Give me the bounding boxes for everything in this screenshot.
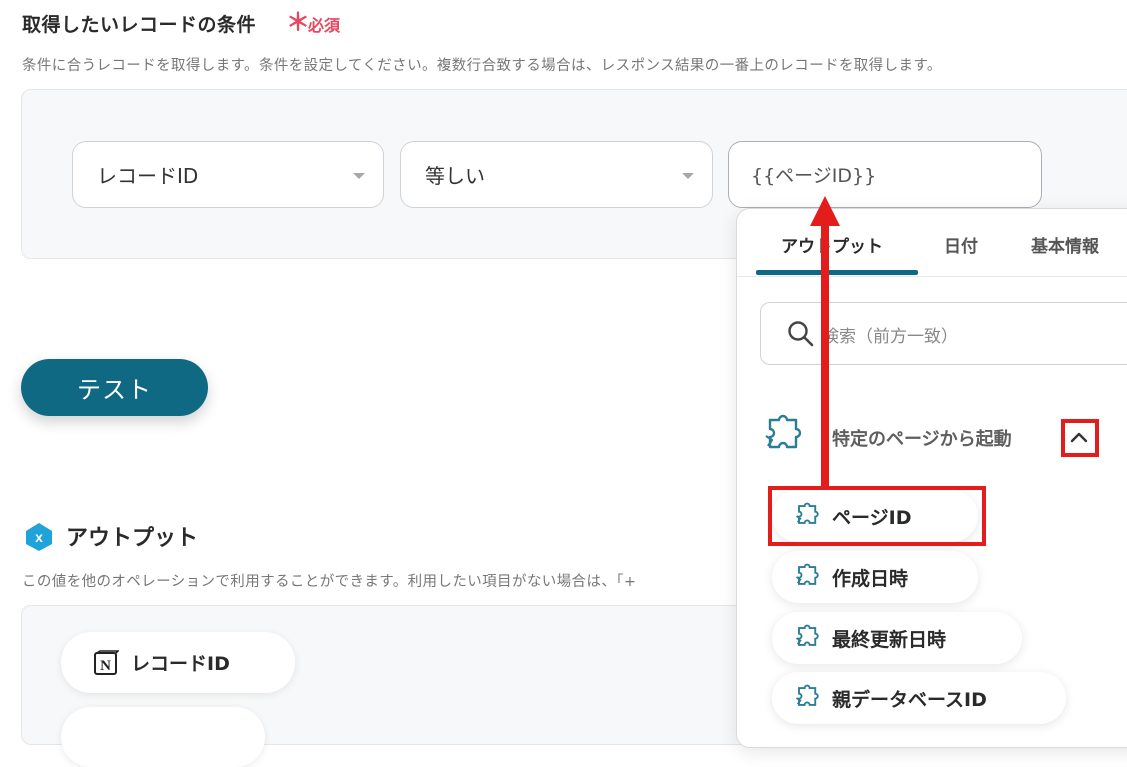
tab-output[interactable]: アウトプット: [781, 232, 883, 257]
field-select-value: レコードID: [97, 164, 199, 188]
required-mark: ＊: [286, 8, 310, 36]
condition-description: 条件に合うレコードを取得します。条件を設定してください。複数行合致する場合は、レ…: [22, 58, 942, 74]
output-title: アウトプット: [66, 526, 199, 551]
output-item-partial[interactable]: [61, 707, 265, 767]
active-tab-indicator: [756, 270, 918, 275]
search-placeholder: 検索（前方一致）: [822, 327, 958, 347]
annotation-chevron-highlight: [1061, 419, 1099, 457]
caret-down-icon: [682, 173, 694, 179]
tab-date[interactable]: 日付: [944, 232, 978, 257]
annotation-item-highlight: [768, 486, 986, 546]
dropdown-item-parent-database-id[interactable]: 親データベースID: [772, 672, 1066, 724]
output-item-label: レコードID: [131, 653, 230, 675]
puzzle-icon: [794, 684, 824, 712]
output-description: この値を他のオペレーションで利用することができます。利用したい項目がない場合は、…: [22, 574, 637, 590]
operator-select[interactable]: 等しい: [400, 141, 713, 208]
puzzle-icon: [794, 563, 824, 591]
annotation-arrow-shaft: [821, 224, 829, 490]
puzzle-icon: [794, 624, 824, 652]
dropdown-item-label: 作成日時: [832, 567, 909, 590]
dropdown-item-created-time[interactable]: 作成日時: [772, 551, 978, 603]
operator-select-value: 等しい: [425, 164, 485, 188]
variable-dropdown: [736, 208, 1127, 748]
svg-text:x: x: [35, 529, 43, 545]
value-input-text: {{ページID}}: [751, 165, 877, 187]
field-select[interactable]: レコードID: [72, 141, 384, 208]
output-item-record-id[interactable]: N レコードID: [61, 632, 295, 693]
dropdown-item-label: 最終更新日時: [832, 628, 947, 651]
condition-title: 取得したいレコードの条件: [22, 14, 257, 36]
puzzle-icon: [762, 414, 810, 462]
dropdown-item-last-edited-time[interactable]: 最終更新日時: [772, 612, 1022, 664]
dropdown-item-label: 親データベースID: [832, 688, 987, 711]
tab-divider: [737, 276, 1127, 277]
annotation-arrow-head: [810, 196, 840, 226]
group-title: 特定のページから起動: [832, 429, 1012, 450]
required-label: 必須: [308, 16, 341, 35]
search-icon: [787, 320, 815, 352]
tab-basic-info[interactable]: 基本情報: [1031, 232, 1099, 257]
test-button[interactable]: テスト: [21, 359, 208, 416]
value-input[interactable]: {{ページID}}: [728, 141, 1042, 208]
caret-down-icon: [353, 173, 365, 179]
svg-text:N: N: [100, 658, 111, 674]
notion-icon: N: [93, 649, 119, 676]
output-badge-icon: x: [24, 522, 54, 556]
